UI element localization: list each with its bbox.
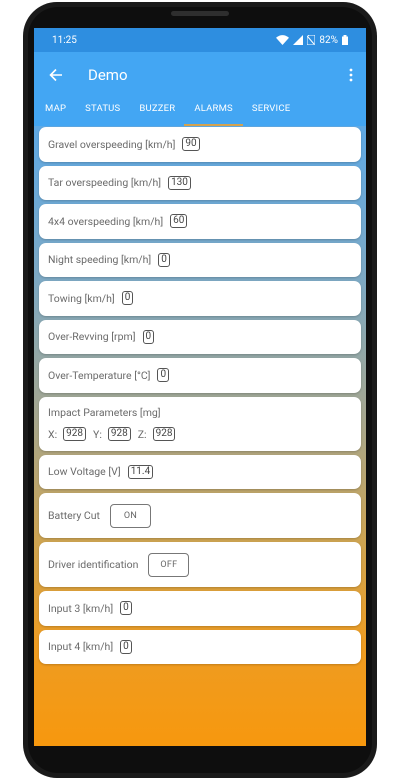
battery-cut-row: Battery Cut ON xyxy=(39,493,361,538)
driver-identification-row: Driver identification OFF xyxy=(39,542,361,587)
over-temperature-row: Over-Temperature [°C] 0 xyxy=(39,358,361,393)
impact-parameters-label: Impact Parameters [mg] xyxy=(48,406,161,419)
tab-service[interactable]: SERVICE xyxy=(252,98,290,126)
low-voltage-row: Low Voltage [V] 11.4 xyxy=(39,454,361,489)
4x4-overspeeding-label: 4x4 overspeeding [km/h] xyxy=(48,214,164,228)
gravel-overspeeding-row: Gravel overspeeding [km/h] 90 xyxy=(39,127,361,162)
tar-overspeeding-row: Tar overspeeding [km/h] 130 xyxy=(39,165,361,200)
battery-icon xyxy=(342,35,348,45)
impact-x-label: X: xyxy=(48,427,58,441)
input-4-row: Input 4 [km/h] 0 xyxy=(39,629,361,664)
back-arrow-icon[interactable] xyxy=(36,68,76,82)
earpiece-speaker xyxy=(171,11,229,16)
over-temperature-label: Over-Temperature [°C] xyxy=(48,368,151,382)
4x4-overspeeding-input[interactable]: 60 xyxy=(170,214,188,229)
impact-parameters-row: Impact Parameters [mg] X: 928 Y: 928 Z: … xyxy=(39,396,361,451)
app-bar: Demo xyxy=(34,52,366,98)
low-voltage-input[interactable]: 11.4 xyxy=(127,464,154,479)
battery-cut-label: Battery Cut xyxy=(48,509,100,522)
towing-input[interactable]: 0 xyxy=(121,291,134,306)
tar-overspeeding-label: Tar overspeeding [km/h] xyxy=(48,176,162,190)
input-4-label: Input 4 [km/h] xyxy=(48,640,114,654)
low-voltage-label: Low Voltage [V] xyxy=(48,465,121,479)
tab-buzzer[interactable]: BUZZER xyxy=(139,98,175,126)
impact-z-input[interactable]: 928 xyxy=(152,427,176,441)
night-speeding-input[interactable]: 0 xyxy=(158,252,170,267)
input-3-label: Input 3 [km/h] xyxy=(48,601,114,615)
app-screen: 11:25 82% Demo MAP STATUS BUZZER ALARMS … xyxy=(34,28,366,746)
alarm-settings-list: Gravel overspeeding [km/h] 90 Tar oversp… xyxy=(39,127,361,668)
battery-cut-toggle[interactable]: ON xyxy=(109,503,151,528)
input-4-input[interactable]: 0 xyxy=(120,639,132,654)
night-speeding-label: Night speeding [km/h] xyxy=(48,253,152,267)
impact-y-input[interactable]: 928 xyxy=(107,427,131,441)
input-3-row: Input 3 [km/h] 0 xyxy=(39,591,361,626)
tab-alarms[interactable]: ALARMS xyxy=(184,98,243,126)
over-temperature-input[interactable]: 0 xyxy=(157,368,170,383)
gravel-overspeeding-input[interactable]: 90 xyxy=(182,137,200,152)
tab-map[interactable]: MAP xyxy=(45,98,66,126)
tab-status[interactable]: STATUS xyxy=(85,98,120,126)
4x4-overspeeding-row: 4x4 overspeeding [km/h] 60 xyxy=(39,204,361,239)
no-sim-icon xyxy=(307,35,316,45)
driver-identification-label: Driver identification xyxy=(48,558,139,571)
over-revving-row: Over-Revving [rpm] 0 xyxy=(39,319,361,354)
impact-y-label: Y: xyxy=(93,427,102,441)
battery-percent: 82% xyxy=(319,34,338,46)
gravel-overspeeding-label: Gravel overspeeding [km/h] xyxy=(48,137,176,151)
over-revving-label: Over-Revving [rpm] xyxy=(48,330,136,344)
impact-x-input[interactable]: 928 xyxy=(63,427,87,441)
towing-row: Towing [km/h] 0 xyxy=(39,281,361,316)
cell-signal-icon xyxy=(293,35,304,45)
driver-identification-toggle[interactable]: OFF xyxy=(148,552,190,577)
impact-axes: X: 928 Y: 928 Z: 928 xyxy=(48,427,182,441)
status-time: 11:25 xyxy=(52,34,77,46)
tab-bar: MAP STATUS BUZZER ALARMS SERVICE xyxy=(34,98,366,126)
status-bar: 11:25 82% xyxy=(34,28,366,52)
over-revving-input[interactable]: 0 xyxy=(142,329,155,344)
tar-overspeeding-input[interactable]: 130 xyxy=(168,175,191,190)
towing-label: Towing [km/h] xyxy=(48,291,115,305)
impact-z-label: Z: xyxy=(137,427,147,441)
wifi-icon xyxy=(276,35,290,45)
overflow-menu-icon[interactable] xyxy=(336,68,366,82)
app-title: Demo xyxy=(88,66,128,84)
night-speeding-row: Night speeding [km/h] 0 xyxy=(39,242,361,277)
input-3-input[interactable]: 0 xyxy=(120,601,132,616)
